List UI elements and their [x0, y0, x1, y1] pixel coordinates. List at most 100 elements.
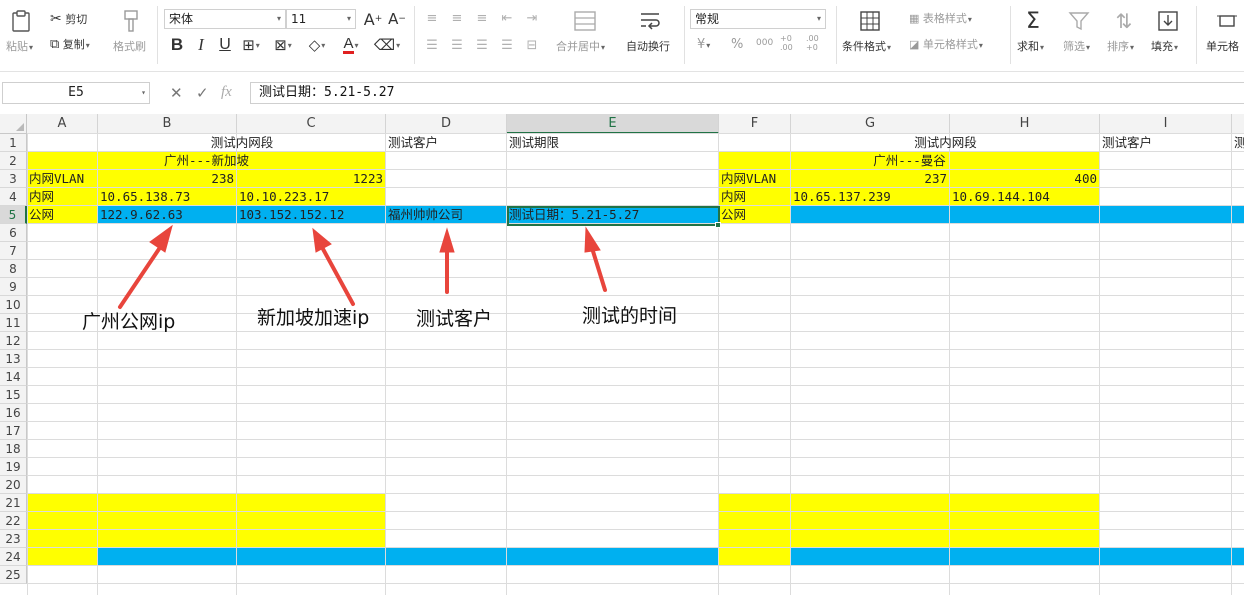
decrease-indent-icon[interactable]: ⇤: [496, 8, 518, 28]
row-header-19[interactable]: 19: [0, 458, 27, 476]
row-header-22[interactable]: 22: [0, 512, 27, 530]
fill-icon[interactable]: [1155, 8, 1181, 34]
cell-g3[interactable]: 237: [791, 170, 950, 188]
cell-c3[interactable]: 1223: [237, 170, 386, 188]
cell-d1[interactable]: 测试客户: [386, 134, 507, 152]
row-header-6[interactable]: 6: [0, 224, 27, 242]
cell-h4[interactable]: 10.69.144.104: [950, 188, 1100, 206]
merge-center-button[interactable]: 合并居中▾: [556, 40, 605, 55]
cell-b1[interactable]: 测试内网段: [98, 134, 386, 152]
bold-button[interactable]: B: [166, 35, 188, 55]
cell-b2[interactable]: 广州---新加坡: [27, 152, 386, 170]
justify-icon[interactable]: ☰: [496, 35, 518, 55]
row-header-10[interactable]: 10: [0, 296, 27, 314]
cell-f3[interactable]: 内网VLAN: [719, 170, 791, 188]
paste-button[interactable]: 粘贴▾: [6, 40, 33, 55]
percent-button[interactable]: %: [731, 38, 743, 52]
format-painter-button[interactable]: 格式刷: [113, 40, 146, 54]
column-header-j[interactable]: [1232, 114, 1244, 134]
row-header-24[interactable]: 24: [0, 548, 27, 566]
cell-style-button[interactable]: ◪ 单元格样式▾: [909, 38, 983, 53]
font-name-select[interactable]: 宋体 ▾: [164, 9, 286, 29]
column-header-h[interactable]: H: [950, 114, 1100, 134]
cell-f5[interactable]: 公网: [719, 206, 791, 224]
wrap-text-icon[interactable]: [637, 8, 663, 34]
cell-h3[interactable]: 400: [950, 170, 1100, 188]
cell-d5[interactable]: 福州帅帅公司: [386, 206, 507, 224]
row-header-16[interactable]: 16: [0, 404, 27, 422]
spreadsheet-grid[interactable]: ABCDEFGHI 1 2 3 4 5 6 7 8 9 10 11 12 13 14 15 16 17 18 19 2…: [0, 114, 1244, 595]
cell-a4[interactable]: 内网: [27, 188, 98, 206]
decrease-font-icon[interactable]: A −: [386, 9, 408, 29]
cell-c4[interactable]: 10.10.223.17: [237, 188, 386, 206]
border-icon[interactable]: ⊞ ▾: [240, 35, 262, 55]
cell-i1[interactable]: 测试客户: [1100, 134, 1232, 152]
fill-button[interactable]: 填充▾: [1151, 40, 1178, 55]
column-header-e[interactable]: E: [507, 114, 719, 134]
sort-button[interactable]: 排序▾: [1107, 40, 1134, 55]
column-header-d[interactable]: D: [386, 114, 507, 134]
cell-g2[interactable]: 广州---曼谷: [719, 152, 1100, 170]
filter-icon[interactable]: [1066, 8, 1092, 34]
cell-g4[interactable]: 10.65.137.239: [791, 188, 950, 206]
column-header-f[interactable]: F: [719, 114, 791, 134]
select-all-corner[interactable]: [0, 114, 27, 134]
increase-decimal-button[interactable]: +0 .00: [780, 34, 800, 52]
row-header-8[interactable]: 8: [0, 260, 27, 278]
cell-b4[interactable]: 10.65.138.73: [98, 188, 237, 206]
row-header-9[interactable]: 9: [0, 278, 27, 296]
currency-button[interactable]: ¥▾: [697, 38, 710, 53]
row-header-5[interactable]: 5: [0, 206, 27, 224]
cell-b3[interactable]: 238: [98, 170, 237, 188]
column-header-c[interactable]: C: [237, 114, 386, 134]
decrease-decimal-button[interactable]: .00 +0: [806, 34, 826, 52]
italic-button[interactable]: I: [190, 35, 212, 55]
row-header-23[interactable]: 23: [0, 530, 27, 548]
increase-indent-icon[interactable]: ⇥: [521, 8, 543, 28]
cell-icon[interactable]: [1214, 8, 1240, 34]
cell-c5[interactable]: 103.152.152.12: [237, 206, 386, 224]
cell-fill-pattern-icon[interactable]: ⊠ ▾: [272, 35, 294, 55]
cell-e1[interactable]: 测试期限: [507, 134, 719, 152]
cell-a3[interactable]: 内网VLAN: [27, 170, 98, 188]
fill-handle[interactable]: [715, 222, 721, 228]
row-header-17[interactable]: 17: [0, 422, 27, 440]
increase-font-icon[interactable]: A +: [362, 9, 384, 29]
align-left-icon[interactable]: ☰: [421, 35, 443, 55]
conditional-format-button[interactable]: 条件格式▾: [842, 40, 891, 55]
confirm-icon[interactable]: ✓: [196, 84, 209, 102]
copy-button[interactable]: ⧉ 复制▾: [50, 38, 90, 53]
cell-j1[interactable]: 测: [1232, 134, 1244, 152]
row-header-3[interactable]: 3: [0, 170, 27, 188]
row-header-7[interactable]: 7: [0, 242, 27, 260]
paste-icon[interactable]: [8, 8, 34, 34]
column-header-a[interactable]: A: [27, 114, 98, 134]
row-header-20[interactable]: 20: [0, 476, 27, 494]
row-header-12[interactable]: 12: [0, 332, 27, 350]
clear-format-icon[interactable]: ⌫ ▾: [374, 35, 400, 55]
sum-icon[interactable]: Σ: [1020, 8, 1046, 34]
font-size-select[interactable]: 11 ▾: [286, 9, 356, 29]
row-header-4[interactable]: 4: [0, 188, 27, 206]
filter-button[interactable]: 筛选▾: [1063, 40, 1090, 55]
align-top-icon[interactable]: ≡: [421, 8, 443, 28]
sort-icon[interactable]: ⇅: [1111, 8, 1137, 34]
thousands-button[interactable]: 000: [756, 36, 773, 50]
table-style-button[interactable]: ▦ 表格样式▾: [909, 12, 972, 27]
cell-a5[interactable]: 公网: [27, 206, 98, 224]
underline-button[interactable]: U: [214, 35, 236, 55]
align-right-icon[interactable]: ☰: [471, 35, 493, 55]
cell-button[interactable]: 单元格: [1206, 40, 1239, 54]
distributed-icon[interactable]: ⊟: [521, 35, 543, 55]
fill-color-icon[interactable]: ◇ ▾: [306, 35, 328, 55]
font-color-icon[interactable]: A ▾: [340, 35, 362, 55]
row-header-18[interactable]: 18: [0, 440, 27, 458]
format-painter-icon[interactable]: [118, 8, 144, 34]
align-middle-icon[interactable]: ≡: [446, 8, 468, 28]
row-header-11[interactable]: 11: [0, 314, 27, 332]
sum-button[interactable]: 求和▾: [1017, 40, 1044, 55]
row-header-14[interactable]: 14: [0, 368, 27, 386]
conditional-format-icon[interactable]: [857, 8, 883, 34]
wrap-text-button[interactable]: 自动换行: [626, 40, 670, 54]
function-icon[interactable]: fx: [221, 84, 232, 101]
